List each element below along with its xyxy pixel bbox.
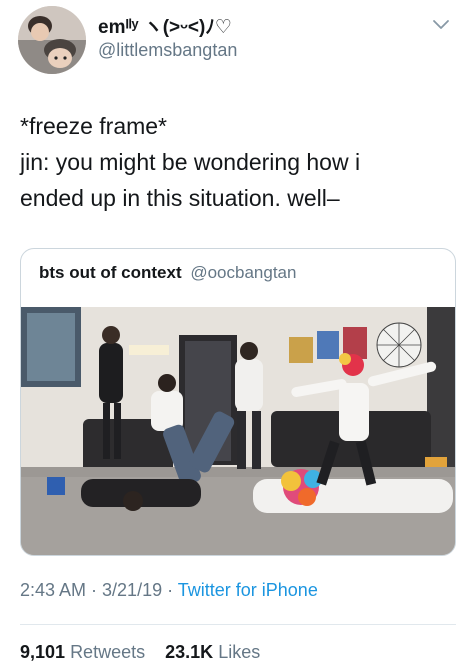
chevron-down-icon[interactable] xyxy=(432,18,450,32)
tweet-text-line: jin: you might be wondering how i xyxy=(20,149,361,175)
tweet-metadata: 2:43 AM · 3/21/19 · Twitter for iPhone xyxy=(20,580,318,601)
tweet-source-link[interactable]: Twitter for iPhone xyxy=(178,580,318,600)
avatar-photo xyxy=(18,6,86,74)
tweet-header: emᴵˡʸ ヽ(˃ᵕ˂)ﾉ♡ @littlemsbangtan xyxy=(0,0,474,86)
tweet-text: *freeze frame* jin: you might be wonderi… xyxy=(20,108,460,216)
user-handle[interactable]: @littlemsbangtan xyxy=(98,40,237,61)
avatar[interactable] xyxy=(18,6,86,74)
quoted-tweet-photo[interactable] xyxy=(21,307,456,556)
quoted-display-name: bts out of context xyxy=(39,263,182,282)
quoted-user-handle: @oocbangtan xyxy=(190,263,297,282)
display-name[interactable]: emᴵˡʸ ヽ(˃ᵕ˂)ﾉ♡ xyxy=(98,12,232,39)
likes-count[interactable]: 23.1K xyxy=(165,642,213,662)
retweets-count[interactable]: 9,101 xyxy=(20,642,65,662)
tweet-text-line: *freeze frame* xyxy=(20,113,168,139)
quoted-tweet-card[interactable]: bts out of context @oocbangtan xyxy=(20,248,456,556)
likes-label[interactable]: Likes xyxy=(218,642,260,662)
tweet-stats: 9,101 Retweets 23.1K Likes xyxy=(20,642,260,663)
quoted-tweet-header: bts out of context @oocbangtan xyxy=(39,263,296,283)
tweet-timestamp[interactable]: 2:43 AM · 3/21/19 · xyxy=(20,580,178,600)
tweet-text-line: ended up in this situation. well– xyxy=(20,185,340,211)
divider xyxy=(20,624,456,625)
retweets-label[interactable]: Retweets xyxy=(70,642,145,662)
